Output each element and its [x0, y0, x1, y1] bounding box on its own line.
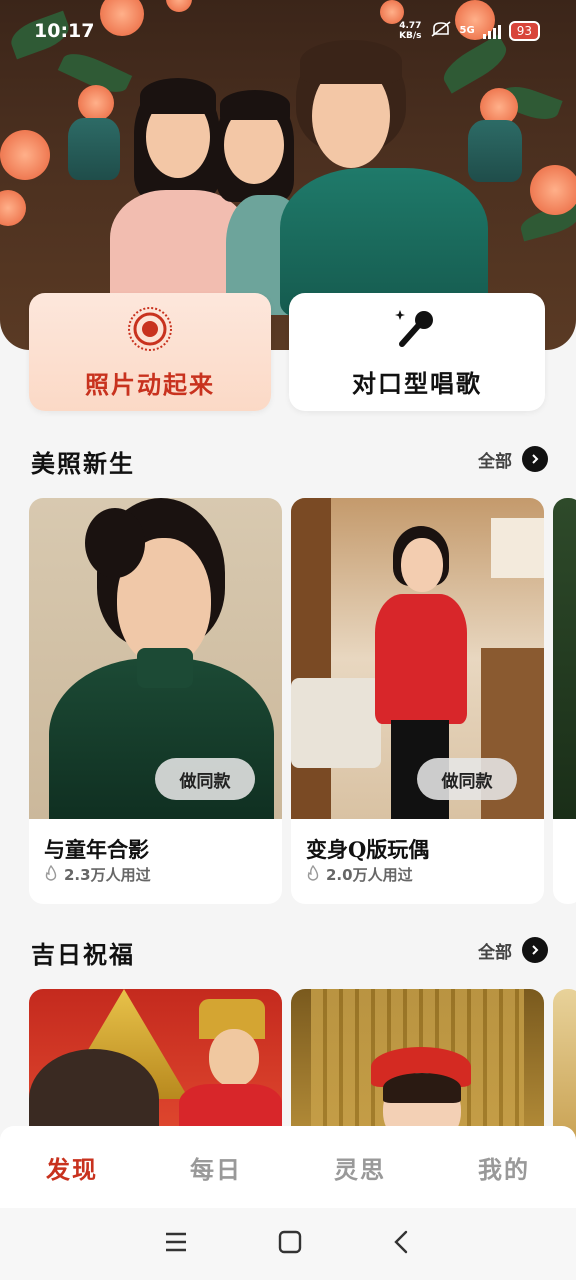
tab-mine[interactable]: 我的 — [432, 1126, 576, 1208]
mute-icon — [430, 20, 452, 41]
target-rings-icon — [126, 305, 174, 357]
network-speed: 4.77 KB/s — [399, 20, 422, 41]
flame-icon — [306, 864, 320, 885]
feature-lip-sync[interactable]: 对口型唱歌 — [289, 293, 545, 411]
make-same-button[interactable]: 做同款 — [155, 758, 255, 800]
template-image — [553, 989, 576, 1149]
section-title: 吉日祝福 — [31, 940, 135, 969]
template-card-partial[interactable] — [553, 498, 576, 904]
status-bar: 10:17 4.77 KB/s 5G 93 — [0, 0, 576, 64]
template-card[interactable]: 做同款 变身Q版玩偶 2.0万人用过 — [291, 498, 544, 904]
tab-daily[interactable]: 每日 — [144, 1126, 288, 1208]
network-type: 5G — [459, 25, 475, 36]
make-same-button[interactable]: 做同款 — [417, 758, 517, 800]
battery-indicator: 93 — [508, 20, 540, 41]
back-icon[interactable] — [392, 1230, 412, 1258]
bottom-nav: 发现 每日 灵思 我的 — [0, 1126, 576, 1208]
tab-discover[interactable]: 发现 — [0, 1126, 144, 1208]
tab-inspiration[interactable]: 灵思 — [288, 1126, 432, 1208]
menu-icon[interactable] — [164, 1231, 188, 1257]
see-all-link[interactable]: 全部 — [478, 937, 548, 963]
chevron-right-icon — [522, 937, 548, 963]
feature-label: 照片动起来 — [85, 369, 215, 399]
see-all-link[interactable]: 全部 — [478, 446, 548, 472]
feature-animate-photo[interactable]: 照片动起来 — [29, 293, 271, 411]
microphone-sparkle-icon — [394, 306, 440, 356]
template-card[interactable] — [291, 989, 544, 1149]
template-image — [291, 989, 544, 1149]
feature-label: 对口型唱歌 — [352, 368, 482, 398]
section-title: 美照新生 — [31, 449, 135, 478]
template-image — [29, 989, 282, 1149]
template-title: 与童年合影 — [44, 837, 149, 862]
home-icon[interactable] — [278, 1230, 302, 1258]
template-card[interactable] — [29, 989, 282, 1149]
template-card-partial[interactable] — [553, 989, 576, 1149]
flame-icon — [44, 864, 58, 885]
signal-icon — [482, 23, 501, 39]
chevron-right-icon — [522, 446, 548, 472]
status-time: 10:17 — [34, 20, 95, 42]
template-image — [553, 498, 576, 819]
system-navigation-bar — [0, 1208, 576, 1280]
template-title: 变身Q版玩偶 — [306, 837, 430, 862]
usage-count: 2.0万人用过 — [306, 864, 413, 885]
template-card[interactable]: 做同款 与童年合影 2.3万人用过 — [29, 498, 282, 904]
usage-count: 2.3万人用过 — [44, 864, 151, 885]
